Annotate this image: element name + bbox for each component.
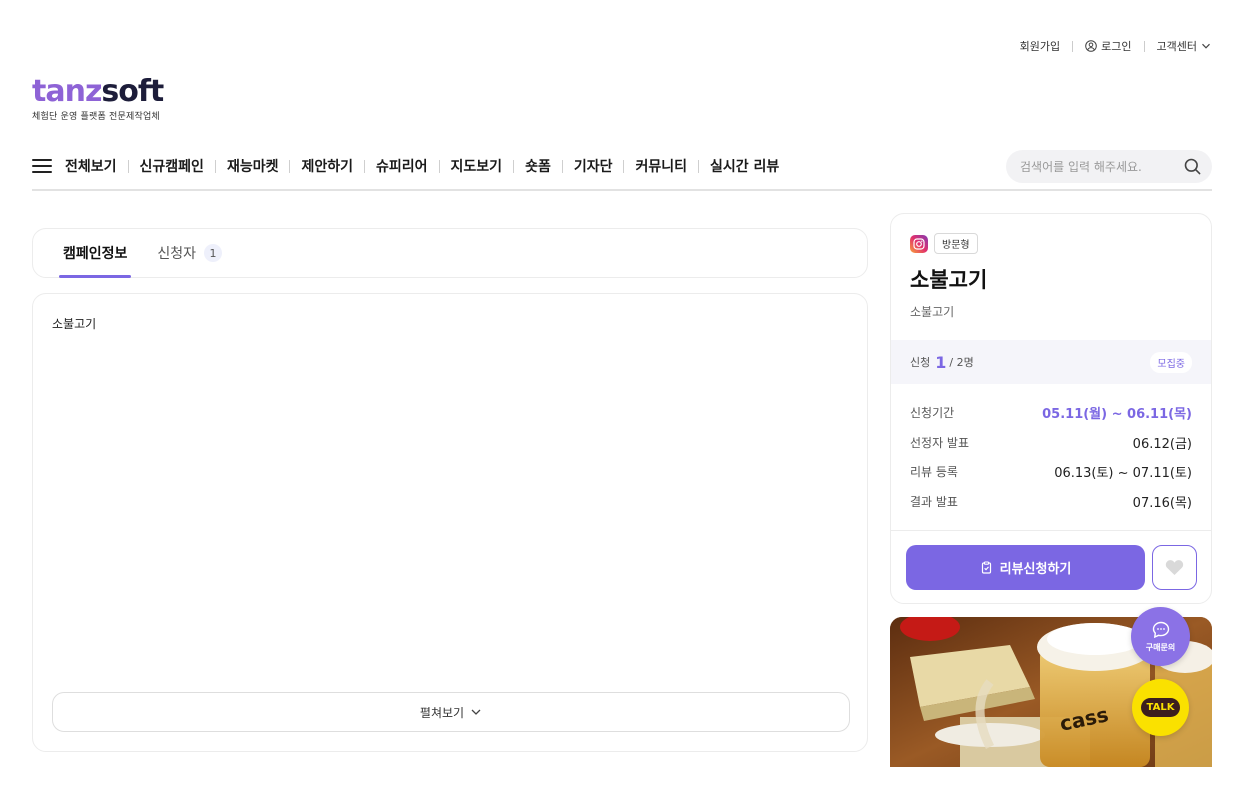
main-nav: 전체보기 신규캠페인 재능마켓 제안하기 슈피리어 지도보기 숏폼 기자단 커뮤… bbox=[32, 148, 1212, 191]
logo-tagline: 체험단 운영 플랫폼 전문제작업체 bbox=[32, 112, 160, 122]
search-input[interactable] bbox=[1020, 159, 1184, 174]
schedule-row-apply-period: 신청기간 05.11(월) ~ 06.11(목) bbox=[910, 398, 1192, 428]
campaign-type: 방문형 bbox=[910, 233, 978, 254]
user-icon bbox=[1085, 40, 1097, 52]
chat-icon bbox=[1152, 621, 1169, 638]
divider bbox=[1143, 40, 1145, 52]
heart-icon bbox=[1165, 560, 1184, 575]
logo-wordmark: tanzsoft bbox=[32, 74, 164, 109]
logo-word-soft: soft bbox=[101, 74, 164, 109]
campaign-content: 소불고기 펼쳐보기 bbox=[32, 293, 868, 752]
nav-menu: 전체보기 신규캠페인 재능마켓 제안하기 슈피리어 지도보기 숏폼 기자단 커뮤… bbox=[65, 156, 779, 176]
search-icon[interactable] bbox=[1184, 158, 1201, 175]
schedule-label: 결과 발표 bbox=[910, 494, 958, 509]
talk-label: TALK bbox=[1140, 698, 1181, 717]
schedule-row-selection: 선정자 발표 06.12(금) bbox=[910, 428, 1192, 458]
nav-divider bbox=[561, 159, 563, 173]
schedule-value: 06.13(토) ~ 07.11(토) bbox=[1054, 466, 1192, 482]
schedule-row-result: 결과 발표 07.16(목) bbox=[910, 487, 1192, 517]
nav-item-live-review[interactable]: 실시간 리뷰 bbox=[710, 156, 779, 176]
schedule-value: 06.12(금) bbox=[1132, 436, 1192, 452]
schedule-label: 신청기간 bbox=[910, 406, 955, 421]
nav-divider bbox=[127, 159, 129, 173]
apply-count: 1 bbox=[935, 352, 947, 372]
inquiry-floating-button[interactable]: 구매문의 bbox=[1131, 607, 1190, 666]
schedule-row-review: 리뷰 등록 06.13(토) ~ 07.11(토) bbox=[910, 457, 1192, 487]
search-box bbox=[1006, 150, 1212, 183]
apply-review-button[interactable]: 리뷰신청하기 bbox=[906, 545, 1145, 590]
chevron-down-icon bbox=[471, 709, 481, 715]
nav-divider bbox=[698, 159, 699, 173]
nav-divider bbox=[289, 159, 291, 173]
campaign-description: 소불고기 bbox=[52, 317, 97, 331]
support-dropdown[interactable]: 고객센터 bbox=[1157, 38, 1211, 54]
support-label: 고객센터 bbox=[1156, 40, 1197, 53]
schedule-label: 선정자 발표 bbox=[910, 435, 970, 450]
nav-item-superior[interactable]: 슈피리어 bbox=[376, 156, 428, 176]
divider bbox=[1072, 40, 1074, 52]
applicant-status-bar: 신청 1 / 2명 모집중 bbox=[891, 340, 1211, 384]
tab-label: 캠페인정보 bbox=[63, 246, 128, 262]
schedule-value: 05.11(월) ~ 06.11(목) bbox=[1042, 407, 1192, 423]
nav-item-all[interactable]: 전체보기 bbox=[65, 156, 117, 176]
like-button[interactable] bbox=[1152, 545, 1197, 590]
logo[interactable]: tanzsoft 체험단 운영 플랫폼 전문제작업체 bbox=[32, 74, 164, 123]
clipboard-icon bbox=[981, 561, 991, 574]
utility-links: 회원가입 로그인 고객센터 bbox=[1020, 38, 1211, 54]
menu-icon[interactable] bbox=[32, 159, 52, 173]
nav-divider bbox=[364, 159, 365, 173]
applicant-count-badge: 1 bbox=[204, 244, 223, 262]
login-link[interactable]: 로그인 bbox=[1085, 38, 1132, 54]
login-label: 로그인 bbox=[1101, 40, 1132, 53]
inquiry-label: 구매문의 bbox=[1145, 642, 1176, 652]
nav-item-new-campaign[interactable]: 신규캠페인 bbox=[140, 156, 204, 176]
tab-label: 신청자 bbox=[157, 246, 197, 262]
campaign-summary-card: 방문형 소불고기 소불고기 신청 1 / 2명 모집중 신청기간 05.11(월… bbox=[890, 213, 1212, 604]
nav-item-shortform[interactable]: 숏폼 bbox=[525, 156, 551, 176]
nav-item-community[interactable]: 커뮤니티 bbox=[635, 156, 687, 176]
nav-item-talent-market[interactable]: 재능마켓 bbox=[227, 156, 279, 176]
nav-divider bbox=[214, 159, 216, 173]
nav-divider bbox=[438, 159, 440, 173]
nav-divider bbox=[623, 159, 625, 173]
campaign-subtitle: 소불고기 bbox=[910, 305, 955, 319]
campaign-title: 소불고기 bbox=[910, 268, 988, 292]
apply-button-label: 리뷰신청하기 bbox=[999, 562, 1072, 577]
nav-item-propose[interactable]: 제안하기 bbox=[301, 156, 353, 176]
signup-link[interactable]: 회원가입 bbox=[1020, 38, 1060, 54]
tab-applicants[interactable]: 신청자 1 bbox=[157, 229, 223, 277]
apply-label: 신청 bbox=[910, 356, 931, 369]
logo-word-tanz: tanz bbox=[32, 74, 102, 109]
divider bbox=[891, 530, 1211, 531]
chevron-down-icon bbox=[1202, 43, 1210, 49]
campaign-tabs: 캠페인정보 신청자 1 bbox=[32, 228, 868, 278]
nav-item-map[interactable]: 지도보기 bbox=[451, 156, 503, 176]
schedule-value: 07.16(목) bbox=[1132, 495, 1192, 511]
instagram-icon bbox=[910, 234, 928, 253]
schedule-label: 리뷰 등록 bbox=[910, 465, 958, 480]
visit-type-badge: 방문형 bbox=[934, 233, 978, 254]
expand-button[interactable]: 펼쳐보기 bbox=[52, 692, 850, 732]
nav-item-reporters[interactable]: 기자단 bbox=[574, 156, 613, 176]
status-badge: 모집중 bbox=[1150, 351, 1192, 373]
expand-label: 펼쳐보기 bbox=[419, 705, 465, 720]
nav-divider bbox=[513, 159, 515, 173]
tab-campaign-info[interactable]: 캠페인정보 bbox=[58, 229, 132, 278]
kakao-talk-button[interactable]: TALK bbox=[1132, 679, 1189, 736]
apply-total: / 2명 bbox=[949, 356, 974, 369]
schedule-list: 신청기간 05.11(월) ~ 06.11(목) 선정자 발표 06.12(금)… bbox=[910, 398, 1192, 516]
